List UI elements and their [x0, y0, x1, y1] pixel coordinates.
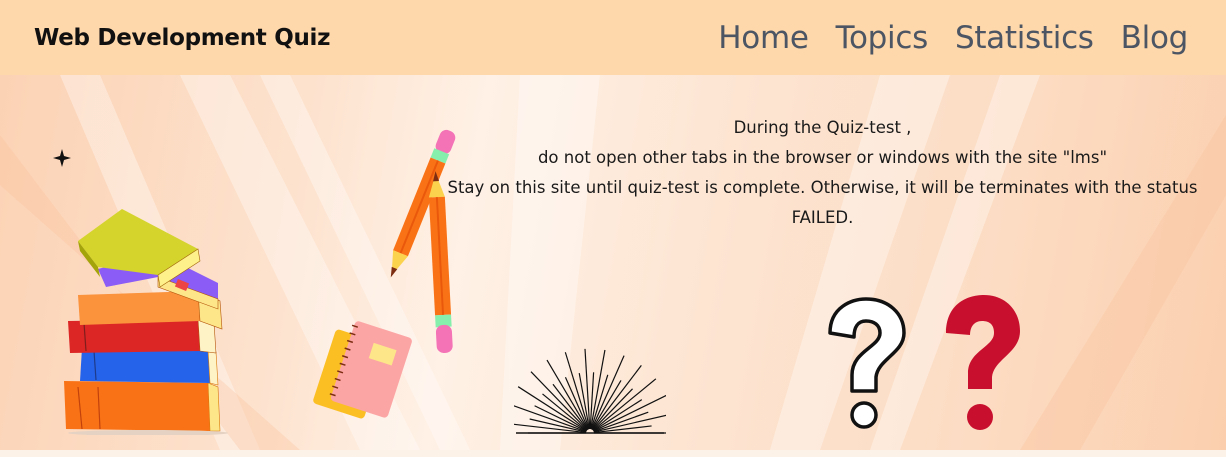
quiz-rules-notice: During the Quiz-test , do not open other…: [440, 113, 1205, 233]
notice-line-3: Stay on this site until quiz-test is com…: [447, 178, 1198, 227]
sunburst-illustration: [514, 348, 666, 434]
books-stack-illustration: [64, 209, 228, 435]
sparkle-icon: [53, 149, 71, 167]
nav-link-statistics[interactable]: Statistics: [955, 20, 1094, 56]
nav-link-blog[interactable]: Blog: [1121, 20, 1189, 56]
nav-links: Home Topics Statistics Blog: [718, 20, 1188, 56]
site-brand[interactable]: Web Development Quiz: [34, 25, 331, 51]
notice-line-2: do not open other tabs in the browser or…: [537, 148, 1108, 167]
hero-banner: During the Quiz-test , do not open other…: [0, 75, 1226, 450]
footer-strip: [0, 450, 1226, 457]
question-mark-red-icon: [946, 295, 1020, 430]
nav-link-home[interactable]: Home: [718, 20, 809, 56]
notebooks-illustration: [313, 321, 412, 419]
question-mark-outline-icon: [828, 297, 906, 429]
notice-line-1: During the Quiz-test ,: [733, 118, 912, 137]
nav-link-topics[interactable]: Topics: [836, 20, 929, 56]
navbar: Web Development Quiz Home Topics Statist…: [0, 0, 1226, 75]
